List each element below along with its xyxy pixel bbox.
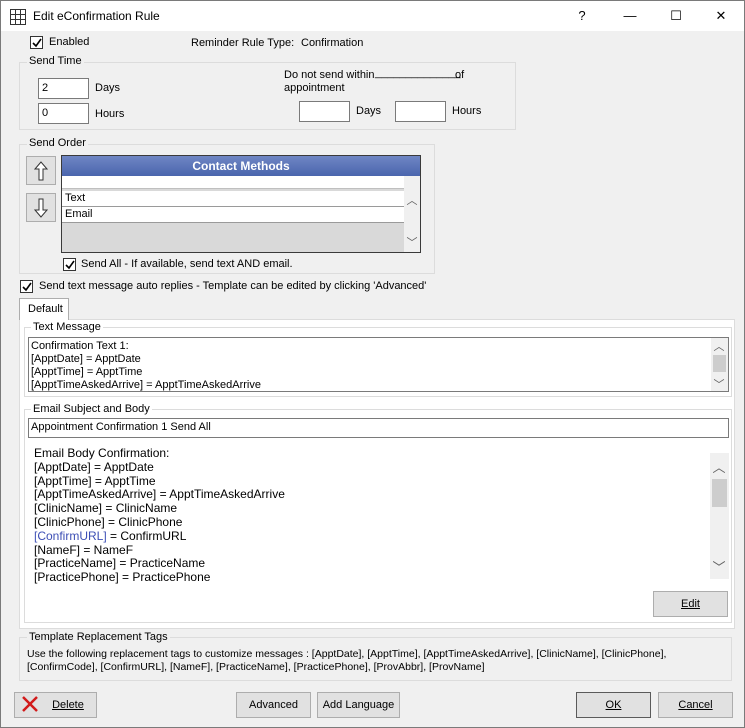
minimize-button[interactable]: — <box>607 1 653 31</box>
send-time-hours-input[interactable]: 0 <box>38 103 89 124</box>
arrow-down-icon <box>33 198 49 218</box>
cancel-button[interactable]: Cancel <box>658 692 733 718</box>
within-days-label: Days <box>356 105 382 117</box>
text-message-line: [ApptTime] = ApptTime <box>31 366 143 378</box>
send-all-label: Send All - If available, send text AND e… <box>81 258 293 270</box>
checkmark-icon <box>65 260 75 270</box>
contact-methods-header: Contact Methods <box>62 156 420 176</box>
email-body-line: [NameF] = NameF <box>34 542 134 557</box>
text-message-scrollbar[interactable]: ︿ ﹀ <box>711 338 728 391</box>
grid-scrollbar[interactable]: ︿ ﹀ <box>404 176 420 252</box>
tab-default[interactable]: Default <box>19 298 69 320</box>
chevron-up-icon[interactable]: ︿ <box>404 192 420 208</box>
chevron-down-icon[interactable]: ﹀ <box>711 376 727 392</box>
do-not-send-label: Do not send within <box>284 69 375 81</box>
replacement-tags-text-2: [ConfirmCode], [ConfirmURL], [NameF], [P… <box>27 661 485 673</box>
contact-methods-grid: Contact Methods Text Email ︿ ﹀ <box>61 155 421 253</box>
contact-method-row-email[interactable]: Email <box>62 207 404 223</box>
hours-label: Hours <box>95 108 125 120</box>
contact-method-row-text[interactable]: Text <box>62 191 404 207</box>
email-body-line: [ApptTimeAskedArrive] = ApptTimeAskedArr… <box>34 487 285 502</box>
chevron-up-icon[interactable]: ︿ <box>711 457 727 476</box>
edit-econfirmation-rule-window: Edit eConfirmation Rule ? — ☐ ✕ Enabled … <box>0 0 745 728</box>
email-subject-input[interactable]: Appointment Confirmation 1 Send All <box>28 418 729 438</box>
advanced-label: Advanced <box>249 699 298 711</box>
help-button[interactable]: ? <box>559 1 605 31</box>
advanced-button[interactable]: Advanced <box>236 692 311 718</box>
email-body-scrollbar[interactable]: ︿ ﹀ <box>710 453 729 579</box>
chevron-down-icon[interactable]: ﹀ <box>404 234 420 250</box>
text-message-line: [ApptDate] = ApptDate <box>31 353 141 365</box>
text-message-title: Text Message <box>31 321 103 333</box>
send-time-title: Send Time <box>27 55 84 67</box>
do-not-send-appointment: appointment <box>284 82 345 94</box>
delete-button[interactable]: Delete <box>14 692 97 718</box>
email-body-line: [PracticePhone] = PracticePhone <box>34 570 211 585</box>
maximize-button[interactable]: ☐ <box>653 1 699 31</box>
days-label: Days <box>95 82 121 94</box>
close-button[interactable]: ✕ <box>698 1 744 31</box>
confirm-url-value: = ConfirmURL <box>106 528 187 543</box>
scroll-thumb[interactable] <box>712 479 727 507</box>
checkmark-icon <box>32 38 42 48</box>
email-body-line: [PracticeName] = PracticeName <box>34 556 206 571</box>
cancel-label: Cancel <box>678 699 713 711</box>
grid-icon <box>10 9 26 25</box>
chevron-down-icon[interactable]: ﹀ <box>711 557 727 576</box>
email-title: Email Subject and Body <box>31 403 152 415</box>
email-body-line: [ClinicName] = ClinicName <box>34 501 178 516</box>
scroll-thumb[interactable] <box>713 355 726 372</box>
red-x-icon <box>22 696 38 712</box>
arrow-up-icon <box>33 161 49 181</box>
email-body-line: [ApptTime] = ApptTime <box>34 473 156 488</box>
send-time-days-input[interactable]: 2 <box>38 78 89 99</box>
title-bar: Edit eConfirmation Rule ? — ☐ ✕ <box>1 1 744 31</box>
add-language-button[interactable]: Add Language <box>317 692 400 718</box>
ok-button[interactable]: OK <box>576 692 651 718</box>
chevron-up-icon[interactable]: ︿ <box>711 338 727 354</box>
email-body-textarea[interactable]: Email Body Confirmation: [ApptDate] = Ap… <box>28 445 712 588</box>
enabled-checkbox[interactable] <box>30 36 43 49</box>
reminder-rule-type-value: Confirmation <box>301 37 364 49</box>
replacement-tags-title: Template Replacement Tags <box>27 631 170 643</box>
edit-button[interactable]: Edit <box>653 591 728 617</box>
enabled-label: Enabled <box>49 36 90 48</box>
move-down-button[interactable] <box>26 193 56 222</box>
do-not-send-of: of <box>455 69 465 81</box>
email-body-line-link: [ConfirmURL] = ConfirmURL <box>34 528 706 544</box>
send-all-checkbox[interactable] <box>63 258 76 271</box>
reminder-rule-type-label: Reminder Rule Type: <box>191 37 295 49</box>
text-message-textarea[interactable]: Confirmation Text 1: [ApptDate] = ApptDa… <box>28 337 729 392</box>
text-message-line: Confirmation Text 1: <box>31 340 129 352</box>
replacement-tags-text-1: Use the following replacement tags to cu… <box>27 648 667 660</box>
auto-replies-checkbox[interactable] <box>20 280 33 293</box>
send-order-title: Send Order <box>27 137 88 149</box>
email-body-line: [ApptDate] = ApptDate <box>34 459 154 474</box>
auto-replies-label: Send text message auto replies - Templat… <box>39 280 427 292</box>
email-body-line: Email Body Confirmation: <box>34 446 170 460</box>
email-body-line: [ClinicPhone] = ClinicPhone <box>34 514 183 529</box>
add-language-label: Add Language <box>322 699 395 711</box>
confirm-url-tag: [ConfirmURL] <box>34 528 107 543</box>
ok-label: OK <box>605 699 622 711</box>
text-message-line: [ApptTimeAskedArrive] = ApptTimeAskedArr… <box>31 379 261 391</box>
delete-label: Delete <box>52 699 84 711</box>
move-up-button[interactable] <box>26 156 56 185</box>
grid-subheader <box>62 176 404 189</box>
window-title: Edit eConfirmation Rule <box>33 9 160 23</box>
within-days-input[interactable] <box>299 101 350 122</box>
edit-label: Edit <box>681 598 700 610</box>
checkmark-icon <box>22 282 32 292</box>
do-not-send-blank: ______________ <box>375 67 461 79</box>
within-hours-input[interactable] <box>395 101 446 122</box>
within-hours-label: Hours <box>452 105 482 117</box>
